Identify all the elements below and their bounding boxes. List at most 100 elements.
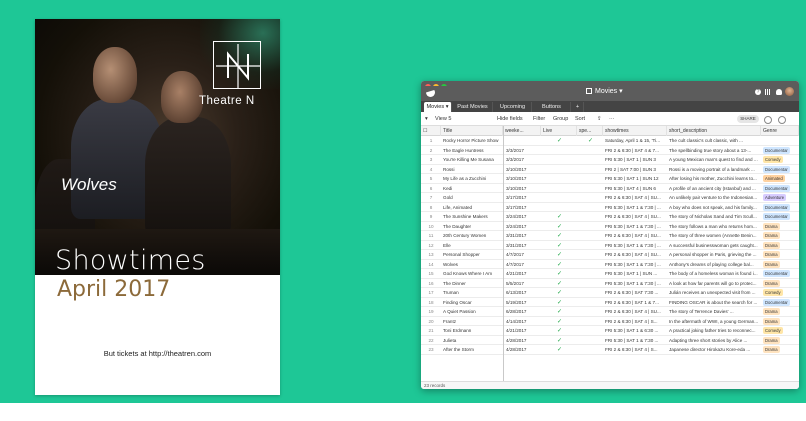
table-row[interactable]: 20 Frantz 4/14/2017 ✓ FRI 2 & 6:30 | SAT 4 |… (421, 316, 799, 327)
cell-description[interactable]: A practical joking father tries to recon… (667, 326, 761, 336)
cell-title[interactable]: My Life as a Zucchini (441, 174, 503, 184)
cell-live[interactable] (541, 184, 577, 194)
cell-live[interactable] (541, 193, 577, 203)
cell-live[interactable] (541, 146, 577, 156)
cell-genre[interactable]: Comedy (761, 326, 799, 336)
more-icon[interactable]: ··· (609, 116, 615, 122)
cell-showtimes[interactable]: FRI 2 & 6:30 | SAT 4 | S... (603, 317, 667, 327)
history-icon[interactable] (778, 116, 786, 124)
table-row[interactable]: 16 The Dinner 5/5/2017 ✓ FRI 5:30 | SAT 1 & … (421, 278, 799, 289)
cell-special[interactable] (577, 184, 603, 194)
filter-button[interactable]: Filter (533, 116, 545, 122)
table-row[interactable]: 7 Gold 3/17/2017 FRI 2 & 6:30 | SAT 4 | SU.… (421, 193, 799, 203)
share-button[interactable]: SHARE (737, 115, 759, 123)
cell-genre[interactable]: Drama (761, 279, 799, 289)
cell-live[interactable]: ✓ (541, 317, 577, 327)
cell-title[interactable]: Julieta (441, 336, 503, 346)
cell-weekend[interactable]: 4/28/2017 (503, 345, 541, 355)
column-weekend[interactable]: weeke... (503, 126, 541, 136)
cell-description[interactable]: Rossi is a moving portrait of a landmark… (667, 165, 761, 175)
cell-showtimes[interactable]: FRI 2 & 6:30 | SAT 4 | SU... (603, 212, 667, 222)
cell-special[interactable] (577, 155, 603, 165)
column-special[interactable]: spe... (577, 126, 603, 136)
cell-weekend[interactable]: 3/3/2017 (503, 155, 541, 165)
cell-title[interactable]: Wolves (441, 260, 503, 270)
cell-genre[interactable]: Documentar (761, 203, 799, 213)
cell-live[interactable] (541, 203, 577, 213)
base-title[interactable]: Movies ▾ (586, 87, 623, 95)
view-menu-icon[interactable]: ▾ (425, 116, 428, 122)
table-row[interactable]: 15 God Knows Where I Am 4/21/2017 ✓ FRI 5:30… (421, 269, 799, 279)
cell-title[interactable]: Rossi (441, 165, 503, 175)
cell-description[interactable]: Julián receives an unexpected visit from… (667, 288, 761, 298)
cell-special[interactable] (577, 298, 603, 308)
cell-genre[interactable]: Drama (761, 260, 799, 270)
tab-movies[interactable]: Movies ▾ (424, 102, 452, 112)
cell-genre[interactable]: Comedy (761, 155, 799, 165)
cell-weekend[interactable]: 4/21/2017 (503, 269, 541, 279)
cell-special[interactable] (577, 288, 603, 298)
cell-description[interactable]: A look at how far parents will go to pro… (667, 279, 761, 289)
cell-genre[interactable]: Drama (761, 241, 799, 251)
column-live[interactable]: Live (541, 126, 577, 136)
table-row[interactable]: 14 Wolves 4/7/2017 ✓ FRI 5:30 | SAT 1 & 7:30… (421, 259, 799, 270)
cell-title[interactable]: Elle (441, 241, 503, 251)
column-short-description[interactable]: short_description (667, 126, 761, 136)
table-row[interactable]: 2 The Eagle Huntress 3/3/2017 FRI 2 & 6:30 … (421, 145, 799, 156)
cell-title[interactable]: The Sunshine Makers (441, 212, 503, 222)
cell-title[interactable]: Toni Erdmann (441, 326, 503, 336)
table-row[interactable]: 19 A Quiet Passion 6/28/2017 ✓ FRI 2 & 6:30 … (421, 307, 799, 317)
table-row[interactable]: 13 Personal Shopper 4/7/2017 ✓ FRI 2 & 6:30 … (421, 250, 799, 260)
cell-title[interactable]: God Knows Where I Am (441, 269, 503, 279)
cell-special[interactable] (577, 317, 603, 327)
cell-weekend[interactable]: 3/10/2017 (503, 183, 541, 193)
cell-weekend[interactable]: 4/7/2017 (503, 250, 541, 260)
cell-special[interactable] (577, 326, 603, 336)
cell-description[interactable]: The body of a homeless woman is found i.… (667, 269, 761, 279)
cell-title[interactable]: Truman (441, 288, 503, 298)
cell-description[interactable]: The spellbinding true story about a 13-.… (667, 146, 761, 156)
cell-showtimes[interactable]: FRI 5:30 | SAT 1 & 7:30 | ... (603, 222, 667, 232)
cell-special[interactable] (577, 146, 603, 156)
share-icon[interactable]: ⇪ (597, 116, 602, 122)
cell-showtimes[interactable]: FRI 5:30 | SAT 1 & 7:30 | ... (603, 260, 667, 270)
tab-past-movies[interactable]: Past Movies (453, 102, 493, 112)
cell-showtimes[interactable]: FRI 5:30 | SAT 1 | SUN 12 (603, 174, 667, 184)
cell-description[interactable]: The story follows a man who returns hom.… (667, 222, 761, 232)
cell-showtimes[interactable]: FRI 5:30 | SAT 4 | SUN 6 (603, 184, 667, 194)
cell-special[interactable] (577, 345, 603, 355)
table-row[interactable]: 3 You're Killing Me Susana 3/3/2017 FRI 5:3… (421, 155, 799, 165)
cell-live[interactable]: ✓ (541, 260, 577, 270)
cell-title[interactable]: The Dinner (441, 279, 503, 289)
cell-title[interactable]: After the Storm (441, 345, 503, 355)
cell-weekend[interactable]: 4/7/2017 (503, 259, 541, 269)
cell-weekend[interactable]: 3/10/2017 (503, 164, 541, 174)
cell-title[interactable]: You're Killing Me Susana (441, 155, 503, 165)
search-icon[interactable] (764, 116, 772, 124)
cell-showtimes[interactable]: Saturday, April 1 & 15, 'Ti... (603, 136, 667, 146)
cell-title[interactable]: Kedi (441, 184, 503, 194)
add-table-button[interactable]: + (572, 102, 584, 112)
cell-genre[interactable]: Comedy (761, 288, 799, 298)
cell-weekend[interactable]: 6/28/2017 (503, 307, 541, 317)
cell-special[interactable] (577, 193, 603, 203)
cell-live[interactable]: ✓ (541, 136, 577, 146)
cell-weekend[interactable]: 6/13/2017 (503, 288, 541, 298)
table-row[interactable]: 10 The Daughter 3/24/2017 ✓ FRI 5:30 | SAT 1… (421, 221, 799, 232)
cell-description[interactable]: After losing his mother, Zucchini learns… (667, 174, 761, 184)
cell-title[interactable]: Rocky Horror Picture Show (441, 136, 503, 146)
cell-weekend[interactable]: 3/24/2017 (503, 212, 541, 222)
table-row[interactable]: 18 Finding Oscar 5/19/2017 ✓ FRI 2 & 6:30 | … (421, 297, 799, 308)
cell-genre[interactable]: Drama (761, 345, 799, 355)
cell-title[interactable]: The Eagle Huntress (441, 146, 503, 156)
table-row[interactable]: 12 Elle 3/31/2017 ✓ FRI 5:30 | SAT 1 & 7:30 … (421, 240, 799, 251)
cell-description[interactable]: A profile of an ancient city (Istanbul) … (667, 184, 761, 194)
cell-description[interactable]: The story of Terrence Davies' ... (667, 307, 761, 317)
cell-weekend[interactable]: 4/21/2017 (503, 326, 541, 336)
cell-genre[interactable]: Drama (761, 250, 799, 260)
cell-weekend[interactable]: 5/5/2017 (503, 278, 541, 288)
cell-special[interactable] (577, 222, 603, 232)
cell-weekend[interactable]: 4/28/2017 (503, 335, 541, 345)
cell-description[interactable]: Japanese director Hirokazu Kore-eda ... (667, 345, 761, 355)
cell-live[interactable]: ✓ (541, 222, 577, 232)
